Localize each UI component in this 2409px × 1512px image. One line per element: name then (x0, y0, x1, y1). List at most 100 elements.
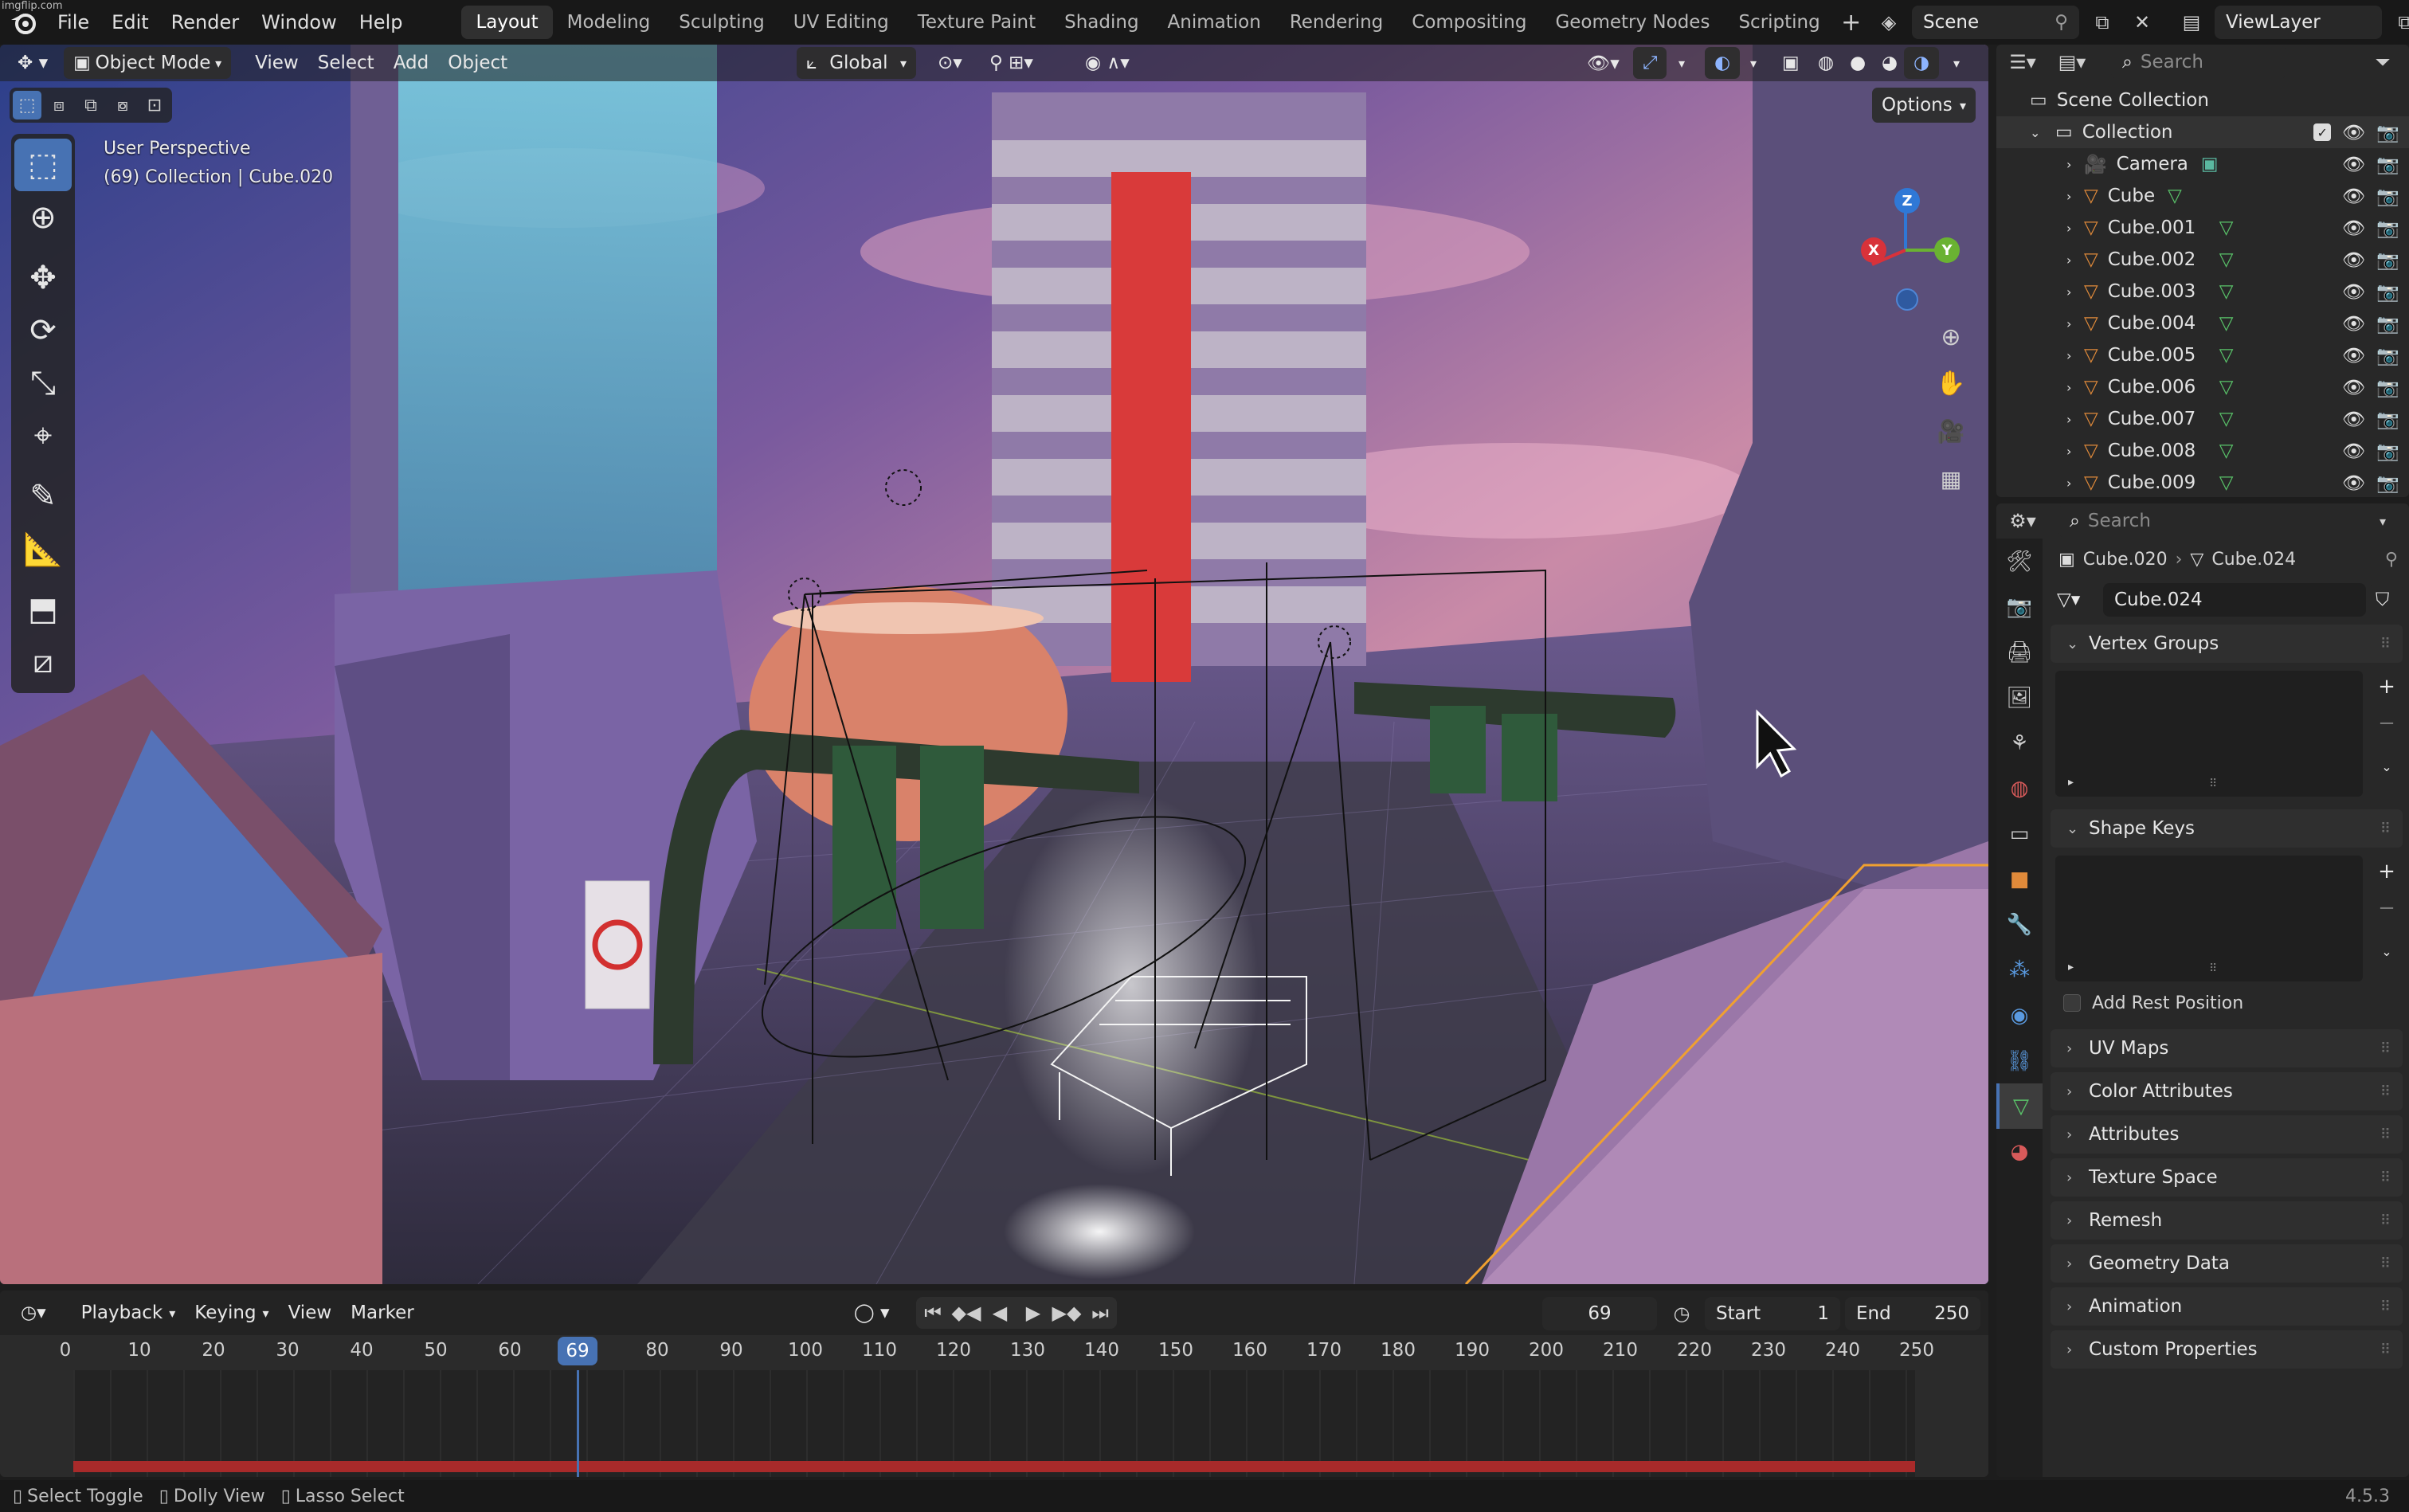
material-shading-icon[interactable]: ◕ (1872, 47, 1907, 79)
visibility-eye-icon[interactable]: 👁 (2342, 217, 2365, 239)
visibility-eye-icon[interactable]: 👁 (2342, 472, 2365, 494)
mesh-data-tab-icon[interactable]: ▽ (1996, 1083, 2043, 1129)
jump-to-start-icon[interactable]: ⏮ (916, 1296, 950, 1330)
mesh-browse-icon[interactable]: ▽▾ (2051, 583, 2100, 617)
select-intersect-icon[interactable]: ⊡ (140, 91, 169, 119)
outliner-item-cube-005[interactable]: › ▽ Cube.005 ▽ 👁 📷 (1996, 339, 2409, 371)
world-tab-icon[interactable]: ◍ (1996, 766, 2043, 811)
playhead-line[interactable] (577, 1370, 579, 1477)
scale-tool-icon[interactable]: ⤡ (14, 357, 72, 409)
menu-render[interactable]: Render (160, 0, 250, 45)
outliner-item-cube[interactable]: › ▽ Cube ▽ 👁 📷 (1996, 180, 2409, 212)
add-cube-tool-icon[interactable]: ⬒ (14, 583, 72, 636)
drag-grip-icon[interactable]: ⠿ (2380, 821, 2391, 837)
scene-selector-icon[interactable]: ◈ (1872, 6, 1906, 39)
keying-menu[interactable]: Keying ▾ (185, 1297, 278, 1329)
delete-scene-icon[interactable]: ✕ (2125, 6, 2159, 39)
drag-grip-icon[interactable]: ⠿ (2380, 1342, 2391, 1358)
shading-dropdown-icon[interactable]: ▾ (1944, 47, 1969, 79)
drag-grip-icon[interactable]: ⠿ (2380, 1126, 2391, 1143)
tab-compositing[interactable]: Compositing (1397, 6, 1541, 39)
tool-tab-icon[interactable]: 🛠 (1996, 539, 2043, 584)
navigation-gizmo[interactable] (1848, 139, 1976, 298)
proportional-edit-icon[interactable]: ◉ ∧▾ (1075, 47, 1139, 79)
scene-tab-icon[interactable]: ⚘ (1996, 720, 2043, 766)
timeline-view-menu[interactable]: View (279, 1297, 342, 1329)
visibility-eye-icon[interactable]: 👁 (2342, 154, 2365, 175)
expand-chevron-icon[interactable]: › (2066, 221, 2084, 236)
gizmo-z-axis[interactable]: Z (1894, 188, 1920, 213)
render-camera-icon[interactable]: 📷 (2376, 377, 2399, 398)
add-workspace-icon[interactable]: + (1835, 6, 1868, 39)
tab-scripting[interactable]: Scripting (1724, 6, 1834, 39)
visibility-eye-icon[interactable]: 👁 (2342, 377, 2365, 398)
render-camera-icon[interactable]: 📷 (2376, 217, 2399, 239)
jump-to-keyframe-back-icon[interactable]: ◆◀ (950, 1296, 983, 1330)
visibility-eye-icon[interactable]: 👁 (2342, 281, 2365, 303)
visibility-eye-icon[interactable]: 👁 (2342, 409, 2365, 430)
menu-window[interactable]: Window (250, 0, 348, 45)
custom-properties-panel-header[interactable]: › Custom Properties ⠿ (2051, 1330, 2403, 1369)
render-camera-icon[interactable]: 📷 (2376, 154, 2399, 175)
outliner-search[interactable]: ⌕ Search (2111, 45, 2286, 79)
solid-shading-icon[interactable]: ● (1840, 47, 1875, 79)
current-frame-field[interactable]: 69 (1542, 1297, 1657, 1330)
playback-menu[interactable]: Playback ▾ (72, 1297, 186, 1329)
expand-chevron-icon[interactable]: › (2066, 316, 2084, 331)
fake-user-shield-icon[interactable]: ⛉ (2369, 583, 2403, 617)
visibility-eye-icon[interactable]: 👁 (2342, 249, 2365, 271)
pin-icon[interactable]: ⚲ (2055, 12, 2068, 33)
menu-object[interactable]: Object (438, 47, 517, 79)
tab-uv-editing[interactable]: UV Editing (779, 6, 903, 39)
expand-chevron-icon[interactable]: › (2066, 380, 2084, 395)
snap-icon[interactable]: ⚲ ⊞▾ (980, 47, 1043, 79)
vertex-groups-list[interactable]: ▸ ⠿ (2055, 671, 2363, 797)
gizmo-neg-z-axis[interactable] (1896, 288, 1918, 311)
drag-grip-icon[interactable]: ⠿ (2380, 1169, 2391, 1186)
auto-keying-icon[interactable]: ◯ ▾ (844, 1297, 899, 1329)
vertex-group-specials-button[interactable]: ⌄ (2371, 750, 2403, 782)
frame-ruler[interactable]: 0 10 20 30 40 50 60 80 90 100 110 120 13… (0, 1335, 1988, 1370)
visibility-eye-icon[interactable]: 👁 (2342, 441, 2365, 462)
visibility-icon[interactable]: 👁▾ (1577, 47, 1629, 79)
scene-collection-row[interactable]: ▭ Scene Collection (1996, 84, 2409, 116)
list-expand-icon[interactable]: ▸ (2068, 961, 2074, 973)
remove-shape-key-button[interactable]: − (2371, 892, 2403, 924)
render-camera-icon[interactable]: 📷 (2376, 472, 2399, 494)
transform-tool-icon[interactable]: ⌖ (14, 409, 72, 462)
output-tab-icon[interactable]: 🖨 (1996, 629, 2043, 675)
collapse-chevron-icon[interactable]: ⌄ (2030, 125, 2049, 140)
timeline-track-area[interactable] (73, 1370, 1915, 1477)
list-resize-grip-icon[interactable]: ⠿ (2209, 778, 2217, 790)
drag-grip-icon[interactable]: ⠿ (2380, 1255, 2391, 1272)
visibility-eye-icon[interactable]: 👁 (2342, 122, 2365, 143)
gizmo-y-axis[interactable]: Y (1934, 237, 1960, 263)
timeline-editor-type-icon[interactable]: ◷▾ (11, 1297, 56, 1329)
pin-icon[interactable]: ⚲ (2385, 550, 2398, 570)
marker-menu[interactable]: Marker (341, 1297, 424, 1329)
attributes-panel-header[interactable]: › Attributes ⠿ (2051, 1115, 2403, 1154)
tab-animation[interactable]: Animation (1154, 6, 1275, 39)
physics-tab-icon[interactable]: ◉ (1996, 993, 2043, 1038)
mesh-name-field[interactable]: Cube.024 (2103, 583, 2366, 617)
filter-icon[interactable]: ⏷ (2366, 45, 2399, 79)
constraints-tab-icon[interactable]: ⛓ (1996, 1038, 2043, 1083)
rendered-shading-icon[interactable]: ◑ (1904, 47, 1940, 79)
menu-select[interactable]: Select (308, 47, 384, 79)
outliner-item-cube-006[interactable]: › ▽ Cube.006 ▽ 👁 📷 (1996, 371, 2409, 403)
object-tab-icon[interactable]: ■ (1996, 856, 2043, 902)
gizmo-toggle-icon[interactable]: ⤢ (1633, 47, 1667, 79)
texture-space-panel-header[interactable]: › Texture Space ⠿ (2051, 1158, 2403, 1197)
outliner-item-cube-001[interactable]: › ▽ Cube.001 ▽ 👁 📷 (1996, 212, 2409, 244)
editor-type-icon[interactable]: ✥ ▾ (8, 47, 57, 79)
outliner-item-cube-007[interactable]: › ▽ Cube.007 ▽ 👁 📷 (1996, 403, 2409, 435)
menu-add[interactable]: Add (384, 47, 439, 79)
tab-geometry-nodes[interactable]: Geometry Nodes (1541, 6, 1724, 39)
overlay-toggle-icon[interactable]: ◐ (1705, 47, 1741, 79)
outliner-item-cube-002[interactable]: › ▽ Cube.002 ▽ 👁 📷 (1996, 244, 2409, 276)
3d-viewport[interactable]: ✥ ▾ ▣ Object Mode ▾ View Select Add Obje… (0, 45, 1988, 1284)
color-attributes-panel-header[interactable]: › Color Attributes ⠿ (2051, 1072, 2403, 1110)
expand-chevron-icon[interactable]: › (2066, 412, 2084, 427)
collection-row[interactable]: ⌄ ▭ Collection ✓ 👁 📷 (1996, 116, 2409, 148)
tab-layout[interactable]: Layout (461, 6, 553, 39)
